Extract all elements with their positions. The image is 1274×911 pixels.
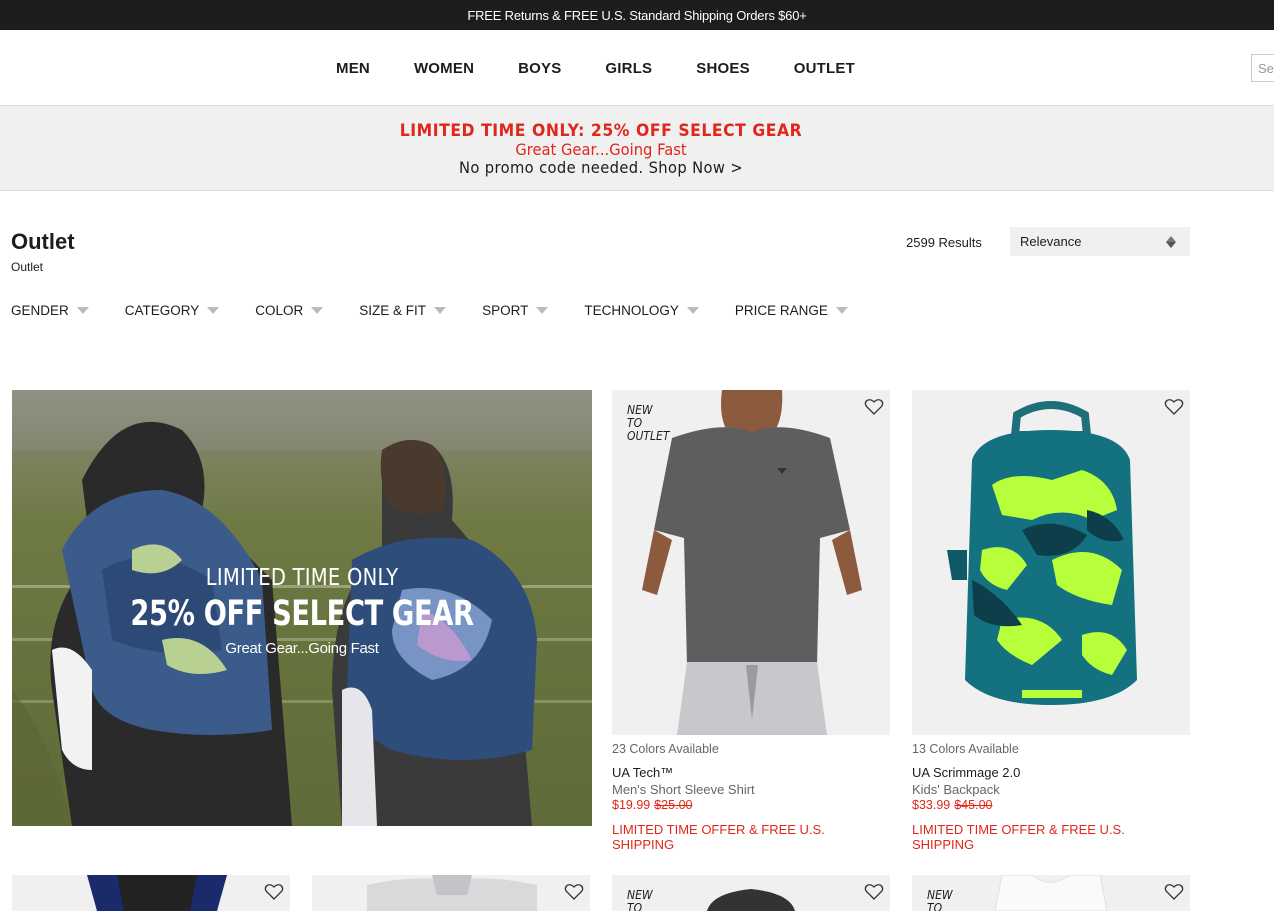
shipping-banner[interactable]: FREE Returns & FREE U.S. Standard Shippi… [0, 0, 1274, 30]
product-photo [994, 875, 1108, 911]
heart-icon[interactable] [564, 883, 584, 901]
backpack-image [947, 401, 1137, 705]
promo-cta[interactable]: No promo code needed. Shop Now > [48, 158, 1154, 177]
product-card[interactable] [12, 875, 290, 911]
filter-size-fit[interactable]: SIZE & FIT [359, 300, 447, 320]
heart-icon[interactable] [264, 883, 284, 901]
chevron-down-icon [311, 306, 324, 314]
product-photo [87, 875, 227, 911]
chevron-down-icon [434, 306, 447, 314]
chevron-down-icon [686, 306, 699, 314]
original-price: $45.00 [954, 798, 993, 812]
heart-icon[interactable] [864, 398, 884, 416]
promo-banner[interactable]: LIMITED TIME ONLY: 25% OFF SELECT GEAR G… [0, 106, 1274, 191]
sale-price: $19.99 [612, 798, 651, 812]
product-name[interactable]: UA Tech™ [612, 765, 890, 780]
new-to-outlet-tag: NEW TO [627, 889, 653, 911]
heart-icon[interactable] [1164, 883, 1184, 901]
hero-eyebrow: LIMITED TIME ONLY [205, 565, 399, 591]
filter-price-range[interactable]: PRICE RANGE [735, 300, 848, 320]
offer-text: LIMITED TIME OFFER & FREE U.S. SHIPPING [612, 822, 825, 852]
product-image[interactable]: NEW TO OUTLET [612, 390, 890, 735]
nav-women[interactable]: WOMEN [392, 60, 496, 77]
chevron-down-icon [536, 306, 549, 314]
product-photo [367, 875, 537, 911]
promo-subline: Great Gear...Going Fast [515, 140, 687, 159]
sort-value: Relevance [1020, 234, 1082, 249]
sort-select[interactable]: Relevance [1010, 227, 1190, 256]
filter-technology[interactable]: TECHNOLOGY [584, 300, 699, 320]
colors-available: 13 Colors Available [912, 742, 1019, 756]
offer-text: LIMITED TIME OFFER & FREE U.S. SHIPPING [912, 822, 1125, 852]
product-image[interactable]: NEW TO [612, 875, 890, 911]
sale-price: $33.99 [912, 798, 951, 812]
filter-bar: GENDER CATEGORY COLOR SIZE & FIT SPORT T… [11, 300, 884, 320]
product-card[interactable]: NEW TO [912, 875, 1190, 911]
shipping-banner-text: FREE Returns & FREE U.S. Standard Shippi… [467, 7, 807, 23]
product-name[interactable]: UA Scrimmage 2.0 [912, 765, 1190, 780]
product-price: $19.99 $25.00 [612, 798, 890, 812]
nav-outlet[interactable]: OUTLET [772, 60, 877, 77]
filter-gender[interactable]: GENDER [11, 300, 89, 320]
chevron-down-icon [76, 306, 89, 314]
product-card[interactable] [312, 875, 590, 911]
filter-label: GENDER [11, 302, 69, 318]
filter-label: PRICE RANGE [734, 302, 828, 318]
tag-line: TO [927, 901, 943, 911]
filter-label: SPORT [482, 302, 529, 318]
filter-category[interactable]: CATEGORY [125, 300, 220, 320]
tag-line: OUTLET [627, 429, 670, 443]
nav-boys[interactable]: BOYS [496, 60, 583, 77]
breadcrumb[interactable]: Outlet [11, 260, 43, 274]
colors-available: 23 Colors Available [612, 742, 719, 756]
filter-sport[interactable]: SPORT [482, 300, 549, 320]
heart-icon[interactable] [1164, 398, 1184, 416]
product-subtitle: Men's Short Sleeve Shirt [612, 782, 755, 797]
original-price: $25.00 [654, 798, 693, 812]
new-to-outlet-tag: NEW TO OUTLET [627, 404, 669, 443]
filter-label: SIZE & FIT [359, 302, 427, 318]
product-subtitle: Kids' Backpack [912, 782, 1000, 797]
product-image[interactable]: NEW TO [912, 875, 1190, 911]
main-nav: MEN WOMEN BOYS GIRLS SHOES OUTLET [314, 30, 877, 106]
chevron-down-icon [835, 306, 848, 314]
heart-icon[interactable] [864, 883, 884, 901]
nav-girls[interactable]: GIRLS [583, 60, 674, 77]
new-to-outlet-tag: NEW TO [927, 889, 953, 911]
filter-label: COLOR [255, 302, 304, 318]
nav-shoes[interactable]: SHOES [674, 60, 772, 77]
hero-banner[interactable]: LIMITED TIME ONLY 25% OFF SELECT GEAR Gr… [12, 390, 592, 826]
filter-color[interactable]: COLOR [255, 300, 324, 320]
product-image[interactable] [912, 390, 1190, 735]
nav-men[interactable]: MEN [314, 60, 392, 77]
product-price: $33.99 $45.00 [912, 798, 1190, 812]
sort-arrows-icon [1166, 236, 1176, 248]
product-card[interactable]: NEW TO OUTLET 23 Colors Available UA Tec… [612, 390, 890, 852]
product-card[interactable]: NEW TO [612, 875, 890, 911]
promo-headline: LIMITED TIME ONLY: 25% OFF SELECT GEAR [399, 121, 803, 141]
chevron-down-icon [207, 306, 220, 314]
tag-line: TO [627, 901, 643, 911]
product-image[interactable] [12, 875, 290, 911]
product-photo [707, 889, 795, 911]
filter-label: CATEGORY [124, 302, 200, 318]
filter-label: TECHNOLOGY [584, 302, 679, 318]
product-card[interactable]: 13 Colors Available UA Scrimmage 2.0 Kid… [912, 390, 1190, 852]
site-header: MEN WOMEN BOYS GIRLS SHOES OUTLET Search [0, 30, 1274, 106]
product-image[interactable] [312, 875, 590, 911]
hero-subline: Great Gear...Going Fast [225, 640, 379, 657]
results-count: 2599 Results [906, 235, 982, 250]
page-title: Outlet [11, 229, 75, 254]
search-input[interactable]: Search [1251, 54, 1274, 82]
hero-headline: 25% OFF SELECT GEAR [130, 594, 474, 634]
